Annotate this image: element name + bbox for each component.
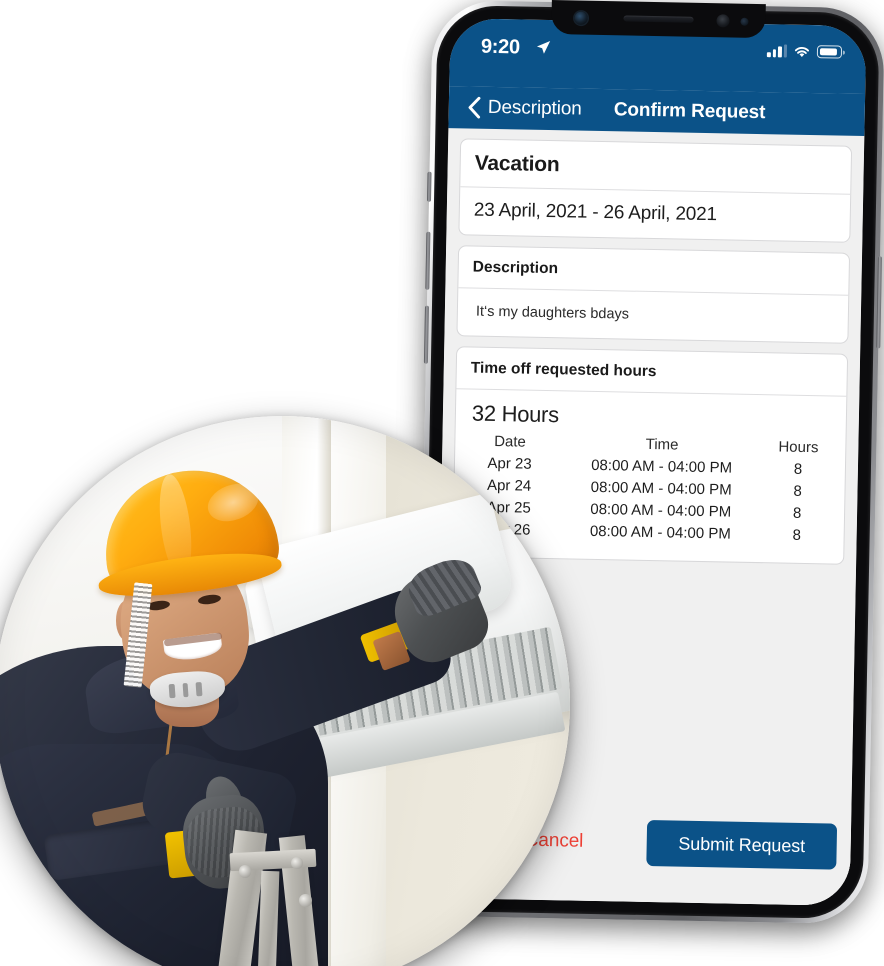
page-title: Confirm Request — [613, 99, 766, 124]
status-bar-indicators — [766, 44, 843, 59]
cell-time: 08:00 AM - 04:00 PM — [589, 522, 731, 543]
front-camera-icon — [574, 11, 588, 25]
request-type: Vacation — [474, 151, 560, 177]
earpiece-speaker — [623, 15, 694, 23]
truedepth-camera-icon — [716, 14, 730, 28]
photo-content — [0, 416, 570, 966]
cell-hours: 8 — [793, 482, 802, 500]
proximity-sensor-icon — [740, 17, 749, 26]
power-button[interactable] — [876, 256, 883, 349]
request-date-range: 23 April, 2021 - 26 April, 2021 — [459, 186, 851, 242]
cellular-signal-icon — [766, 44, 788, 58]
ladder-rail-center — [256, 870, 280, 966]
status-bar-time: 9:20 — [480, 35, 521, 59]
mute-switch[interactable] — [426, 171, 432, 202]
navigation-bar: Description Confirm Request — [448, 86, 866, 137]
cell-hours: 8 — [792, 504, 802, 522]
location-arrow-icon — [536, 40, 551, 54]
technician-photo — [0, 416, 570, 966]
screenshot-stage: 9:20 Description Confirm Request Vacatio… — [0, 0, 884, 966]
submit-request-button[interactable]: Submit Request — [646, 820, 838, 870]
description-card: Description It‘s my daughters bdays — [456, 245, 851, 344]
chevron-left-icon — [468, 96, 481, 119]
description-text: It‘s my daughters bdays — [457, 287, 849, 343]
ladder-bolt — [299, 894, 312, 907]
back-button[interactable]: Description — [468, 96, 582, 120]
back-button-label: Description — [487, 96, 582, 120]
battery-icon — [816, 45, 843, 59]
phone-notch — [551, 0, 766, 39]
wifi-icon — [794, 47, 810, 58]
cell-hours: 8 — [793, 460, 803, 478]
request-summary-card: Vacation 23 April, 2021 - 26 April, 2021 — [458, 138, 853, 243]
column-header-hours: Hours — [778, 438, 819, 457]
cell-hours: 8 — [792, 526, 802, 544]
